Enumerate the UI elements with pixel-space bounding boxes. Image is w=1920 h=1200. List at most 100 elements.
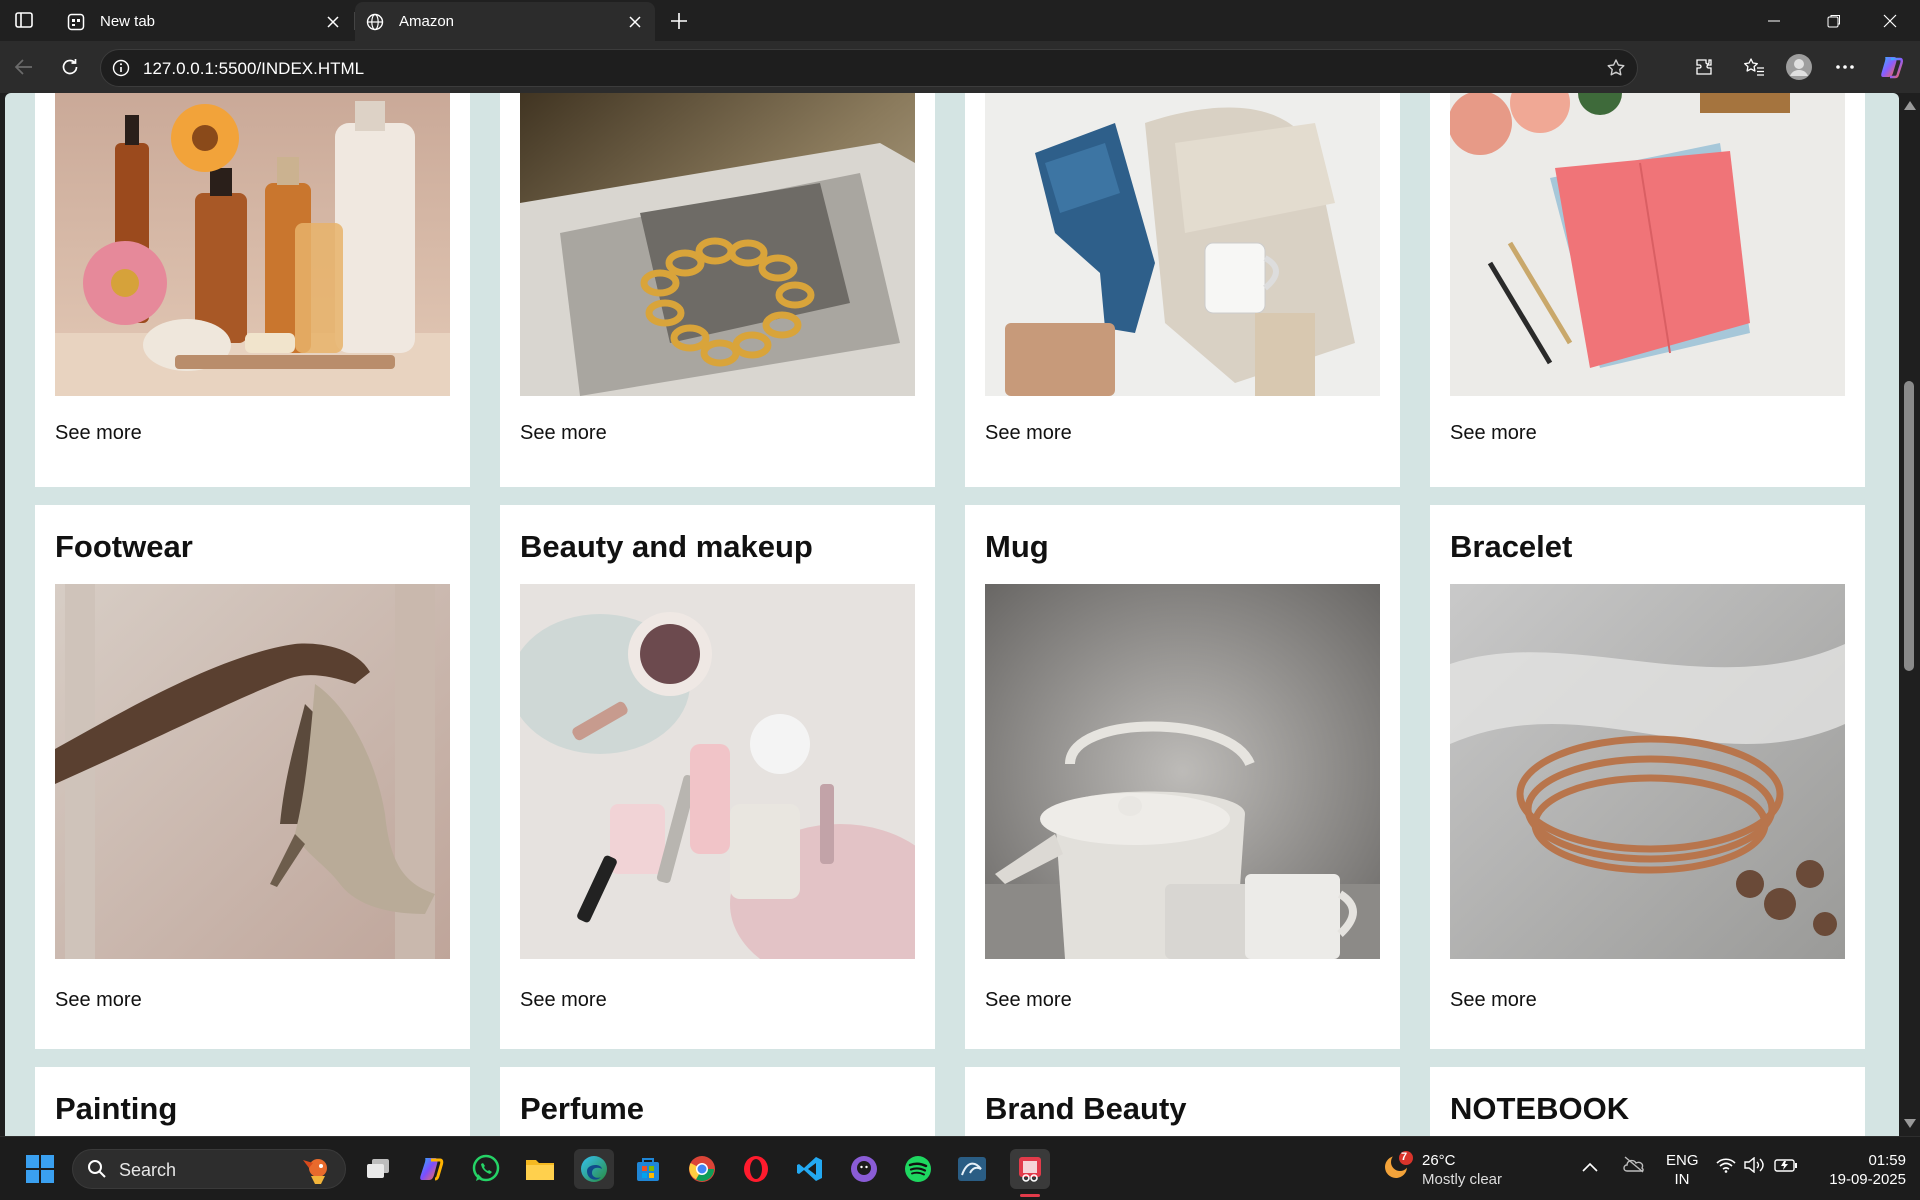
tab-label: Amazon bbox=[399, 13, 455, 30]
task-view-icon[interactable] bbox=[358, 1149, 398, 1189]
see-more-link[interactable]: See more bbox=[985, 422, 1072, 445]
spotify-icon[interactable] bbox=[898, 1149, 938, 1189]
windows-taskbar: Search 7 26°C Mostly clear ENG IN 01:59 … bbox=[0, 1136, 1920, 1200]
card-title: NOTEBOOK bbox=[1450, 1091, 1630, 1126]
search-highlight-icon bbox=[301, 1154, 335, 1191]
see-more-link[interactable]: See more bbox=[520, 422, 607, 445]
scrollbar-thumb[interactable] bbox=[1904, 381, 1914, 671]
product-card: Footwear See more bbox=[35, 505, 470, 1049]
see-more-link[interactable]: See more bbox=[520, 989, 607, 1012]
card-title: Mug bbox=[985, 529, 1049, 564]
see-more-link[interactable]: See more bbox=[1450, 989, 1537, 1012]
scroll-up-arrow-icon[interactable] bbox=[1904, 101, 1916, 110]
product-card: NOTEBOOK bbox=[1430, 1067, 1865, 1136]
mysql-workbench-icon[interactable] bbox=[952, 1149, 992, 1189]
product-image-jeans-sweater[interactable] bbox=[985, 93, 1380, 396]
address-bar[interactable]: 127.0.0.1:5500/INDEX.HTML bbox=[100, 49, 1638, 87]
product-card: Beauty and makeup See more bbox=[500, 505, 935, 1049]
battery-icon[interactable] bbox=[1774, 1157, 1798, 1178]
product-image-bracelet[interactable] bbox=[1450, 584, 1845, 959]
see-more-link[interactable]: See more bbox=[985, 989, 1072, 1012]
back-arrow-icon[interactable] bbox=[8, 51, 40, 83]
browser-toolbar: 127.0.0.1:5500/INDEX.HTML bbox=[0, 41, 1920, 93]
taskbar-search-box[interactable]: Search bbox=[72, 1149, 346, 1189]
clock-date[interactable]: 19-09-2025 bbox=[1814, 1170, 1906, 1189]
weather-temp[interactable]: 26°C bbox=[1422, 1151, 1456, 1170]
product-card: Perfume bbox=[500, 1067, 935, 1136]
language-code[interactable]: ENG bbox=[1666, 1151, 1699, 1170]
search-icon bbox=[87, 1159, 107, 1184]
edge-browser-icon[interactable] bbox=[574, 1149, 614, 1189]
vscode-icon[interactable] bbox=[790, 1149, 830, 1189]
product-card: Painting bbox=[35, 1067, 470, 1136]
product-image-pink-notebook[interactable] bbox=[1450, 93, 1845, 396]
tab-actions-icon[interactable] bbox=[10, 8, 38, 32]
product-image-makeup[interactable] bbox=[520, 584, 915, 959]
file-explorer-icon[interactable] bbox=[520, 1149, 560, 1189]
close-tab-icon[interactable] bbox=[323, 12, 343, 32]
opera-icon[interactable] bbox=[736, 1149, 776, 1189]
tab-amazon[interactable]: Amazon bbox=[355, 2, 655, 41]
card-title: Footwear bbox=[55, 529, 193, 564]
refresh-icon[interactable] bbox=[54, 51, 86, 83]
see-more-link[interactable]: See more bbox=[55, 989, 142, 1012]
volume-icon[interactable] bbox=[1744, 1156, 1766, 1178]
product-image-gold-chain[interactable] bbox=[520, 93, 915, 396]
product-card: Mug See more bbox=[965, 505, 1400, 1049]
browser-tab-bar: New tab Amazon bbox=[0, 0, 1920, 41]
clock-time[interactable]: 01:59 bbox=[1814, 1151, 1906, 1170]
product-image-mug[interactable] bbox=[985, 584, 1380, 959]
product-card: See more bbox=[965, 93, 1400, 487]
onedrive-offline-icon[interactable] bbox=[1622, 1155, 1646, 1178]
copilot-app-icon[interactable] bbox=[412, 1149, 452, 1189]
card-title: Painting bbox=[55, 1091, 178, 1126]
new-tab-button[interactable] bbox=[664, 6, 694, 36]
language-region[interactable]: IN bbox=[1666, 1170, 1698, 1189]
product-card: See more bbox=[1430, 93, 1865, 487]
card-title: Bracelet bbox=[1450, 529, 1573, 564]
weather-icon[interactable]: 7 bbox=[1380, 1149, 1420, 1189]
close-window-icon[interactable] bbox=[1862, 0, 1918, 41]
product-card: See more bbox=[35, 93, 470, 487]
weather-desc[interactable]: Mostly clear bbox=[1422, 1170, 1502, 1189]
whatsapp-icon[interactable] bbox=[466, 1149, 506, 1189]
product-card: Brand Beauty bbox=[965, 1067, 1400, 1136]
close-tab-icon[interactable] bbox=[625, 12, 645, 32]
globe-icon bbox=[365, 12, 385, 32]
see-more-link[interactable]: See more bbox=[1450, 422, 1537, 445]
product-card: See more bbox=[500, 93, 935, 487]
card-title: Perfume bbox=[520, 1091, 645, 1126]
weather-badge: 7 bbox=[1401, 1151, 1408, 1163]
wifi-icon[interactable] bbox=[1716, 1157, 1736, 1178]
product-card: Bracelet See more bbox=[1430, 505, 1865, 1049]
url-text: 127.0.0.1:5500/INDEX.HTML bbox=[143, 59, 365, 78]
profile-avatar-icon[interactable] bbox=[1783, 51, 1815, 83]
microsoft-store-icon[interactable] bbox=[628, 1149, 668, 1189]
page-viewport: See more See more See more See more Foot… bbox=[5, 93, 1899, 1136]
page-scrollbar[interactable] bbox=[1899, 93, 1920, 1136]
show-hidden-icons-chevron-icon[interactable] bbox=[1582, 1159, 1598, 1177]
see-more-link[interactable]: See more bbox=[55, 422, 142, 445]
active-app-indicator bbox=[1020, 1194, 1040, 1197]
tab-label: New tab bbox=[100, 13, 156, 30]
new-tab-page-icon bbox=[66, 12, 86, 32]
card-title: Brand Beauty bbox=[985, 1091, 1187, 1126]
copilot-icon[interactable] bbox=[1876, 51, 1908, 83]
extensions-icon[interactable] bbox=[1688, 51, 1720, 83]
product-image-perfume-bottles[interactable] bbox=[55, 93, 450, 396]
search-label: Search bbox=[119, 1160, 177, 1180]
favorites-icon[interactable] bbox=[1738, 51, 1770, 83]
tab-new-tab[interactable]: New tab bbox=[56, 2, 353, 41]
minimize-icon[interactable] bbox=[1746, 0, 1802, 41]
scroll-down-arrow-icon[interactable] bbox=[1904, 1119, 1916, 1128]
product-image-footwear[interactable] bbox=[55, 584, 450, 959]
chrome-icon[interactable] bbox=[682, 1149, 722, 1189]
more-options-icon[interactable] bbox=[1829, 51, 1861, 83]
card-title: Beauty and makeup bbox=[520, 529, 813, 564]
github-desktop-icon[interactable] bbox=[844, 1149, 884, 1189]
restore-icon[interactable] bbox=[1806, 0, 1862, 41]
snipping-tool-icon[interactable] bbox=[1010, 1149, 1050, 1197]
site-info-icon[interactable] bbox=[111, 58, 131, 78]
favorite-star-icon[interactable] bbox=[1605, 57, 1627, 79]
windows-start-icon[interactable] bbox=[20, 1149, 60, 1189]
